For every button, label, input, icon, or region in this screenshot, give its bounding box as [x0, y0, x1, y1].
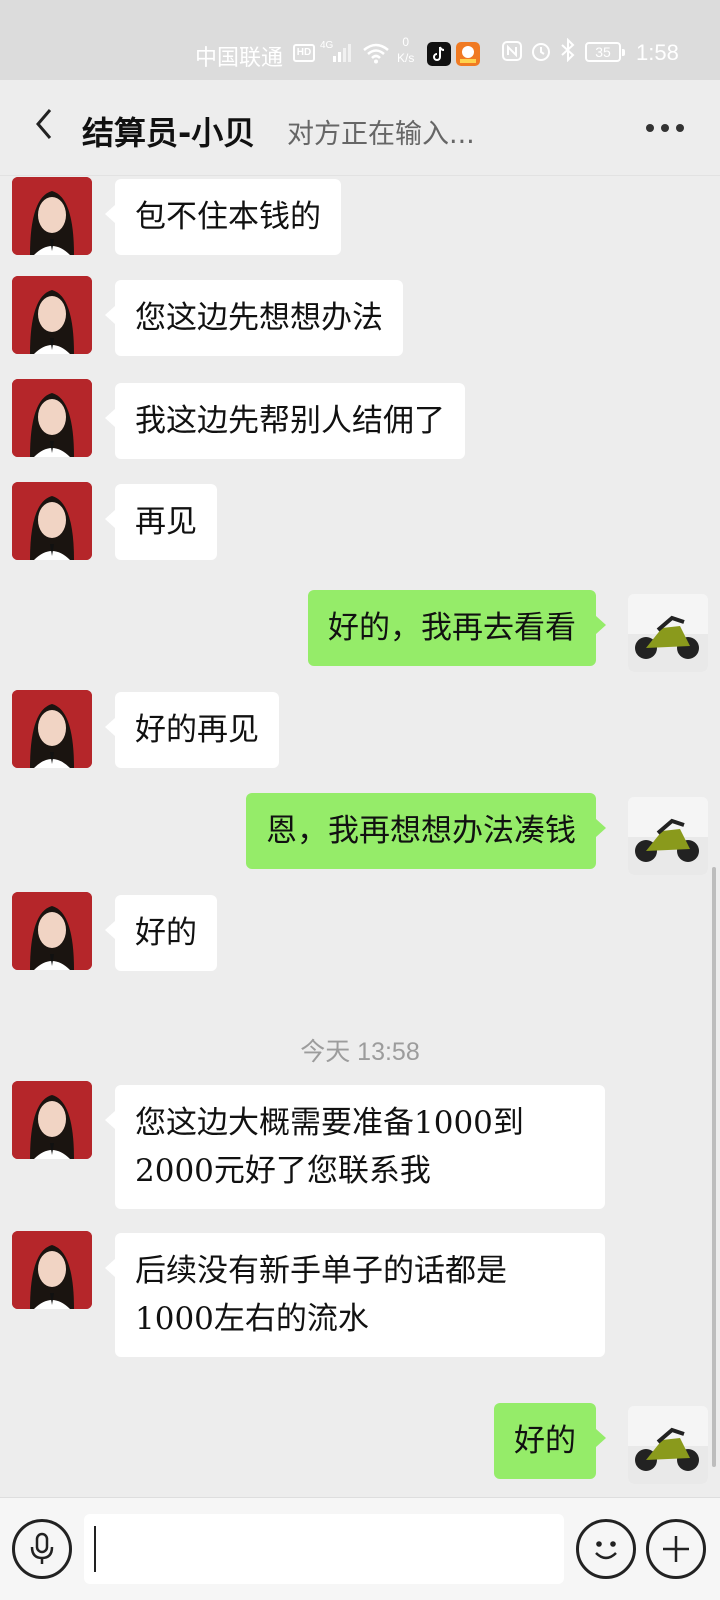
plus-icon[interactable] [646, 1519, 706, 1579]
message-bubble[interactable]: 好的，我再去看看 [308, 590, 606, 666]
bluetooth-icon [560, 37, 576, 68]
contact-avatar[interactable] [12, 276, 92, 354]
nfc-icon [501, 40, 523, 68]
my-avatar[interactable] [628, 594, 708, 672]
message-bubble[interactable]: 再见 [105, 484, 217, 560]
microphone-icon[interactable] [12, 1519, 72, 1579]
status-bar: 中国联通 HD 4G 0 K/s 35 1:58 [0, 0, 720, 80]
app-notification-icon [456, 42, 480, 66]
message-bubble[interactable]: 您这边大概需要准备1000到2000元好了您联系我 [105, 1085, 605, 1209]
message-input[interactable] [84, 1514, 564, 1584]
time-divider: 今天 13:58 [300, 1038, 420, 1066]
smiley-icon[interactable] [576, 1519, 636, 1579]
my-avatar[interactable] [628, 797, 708, 875]
chat-title: 结算员-小贝 [82, 114, 256, 152]
message-bubble[interactable]: 好的再见 [105, 692, 279, 768]
contact-avatar[interactable] [12, 482, 92, 560]
text-caret [94, 1526, 96, 1572]
chevron-left-icon[interactable] [34, 106, 54, 151]
tiktok-icon [427, 42, 451, 66]
contact-avatar[interactable] [12, 379, 92, 457]
message-bubble[interactable]: 包不住本钱的 [105, 179, 341, 255]
hd-voice-icon: HD [293, 44, 315, 62]
message-list[interactable]: 包不住本钱的 您这边先想想办法 我这边先帮别人结佣了 再见 好的，我再去看看 好… [0, 177, 720, 1497]
message-bubble[interactable]: 好的 [494, 1403, 606, 1479]
battery-icon: 35 [585, 42, 625, 62]
message-bubble[interactable]: 后续没有新手单子的话都是1000左右的流水 [105, 1233, 605, 1357]
typing-status: 对方正在输入... [287, 119, 475, 150]
network-type: 4G [320, 40, 334, 51]
speed-value: 0 [402, 35, 410, 49]
message-bubble[interactable]: 您这边先想想办法 [105, 280, 403, 356]
alarm-icon [530, 40, 552, 68]
scrollbar[interactable] [712, 867, 716, 1467]
contact-avatar[interactable] [12, 892, 92, 970]
message-bubble[interactable]: 好的 [105, 895, 217, 971]
message-bubble[interactable]: 恩，我再想想办法凑钱 [246, 793, 606, 869]
clock: 1:58 [636, 40, 679, 65]
contact-avatar[interactable] [12, 1231, 92, 1309]
my-avatar[interactable] [628, 1406, 708, 1484]
more-dots-icon[interactable] [646, 124, 684, 132]
input-bar [0, 1497, 720, 1600]
speed-unit: K/s [397, 51, 415, 65]
contact-avatar[interactable] [12, 177, 92, 255]
chat-header: 结算员-小贝 对方正在输入... [0, 80, 720, 176]
contact-avatar[interactable] [12, 690, 92, 768]
signal-icon [333, 44, 351, 62]
network-speed: 0 K/s [397, 34, 414, 66]
carrier-name: 中国联通 [195, 45, 284, 70]
message-bubble[interactable]: 我这边先帮别人结佣了 [105, 383, 465, 459]
contact-avatar[interactable] [12, 1081, 92, 1159]
wifi-icon [362, 42, 390, 70]
